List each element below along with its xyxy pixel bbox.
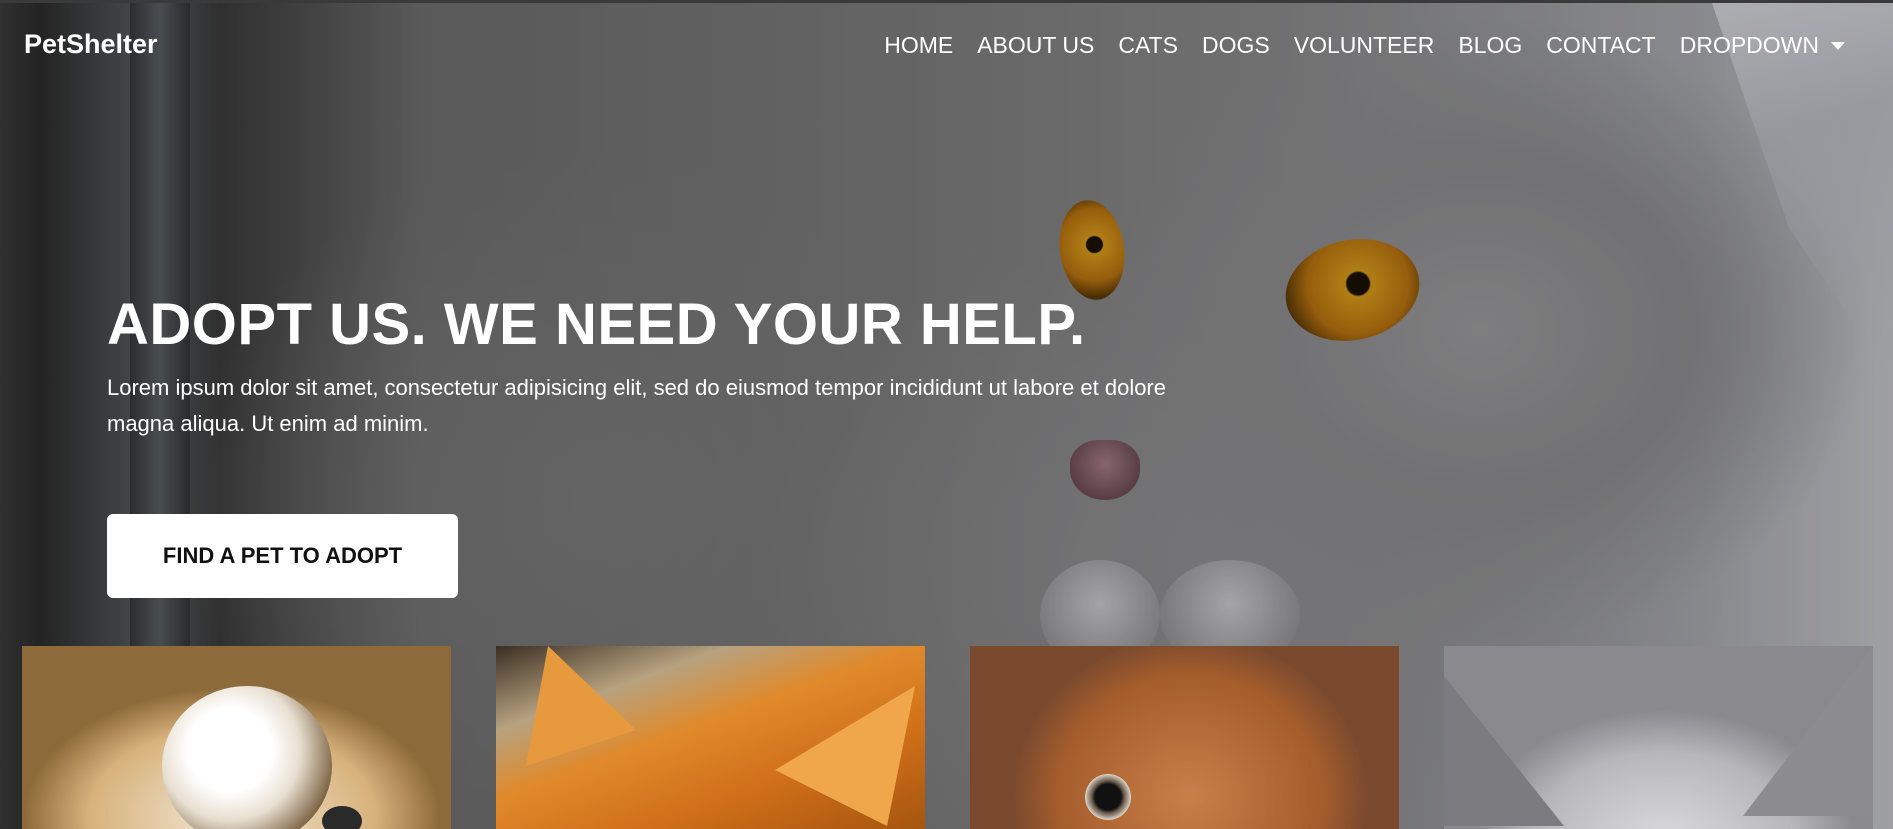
gray-cat-ear-left [1444, 676, 1564, 826]
hero-title: ADOPT US. WE NEED YOUR HELP. [107, 292, 1086, 357]
gray-cat-ear-right [1743, 646, 1873, 816]
nav-dropdown-label: DROPDOWN [1679, 32, 1819, 58]
nav-menu: HOME ABOUT US CATS DOGS VOLUNTEER BLOG C… [872, 32, 1857, 59]
nav-item-volunteer[interactable]: VOLUNTEER [1282, 32, 1447, 59]
puppy-face [162, 686, 332, 829]
nav-item-blog[interactable]: BLOG [1446, 32, 1534, 59]
window-top-border [0, 0, 1893, 3]
puppy-eye [322, 806, 362, 829]
nav-item-cats[interactable]: CATS [1106, 32, 1190, 59]
pet-thumbnail-dog[interactable] [970, 646, 1399, 829]
nav-item-about-us[interactable]: ABOUT US [965, 32, 1106, 59]
nav-item-contact[interactable]: CONTACT [1534, 32, 1667, 59]
hero-content: ADOPT US. WE NEED YOUR HELP. Lorem ipsum… [107, 290, 1307, 442]
pet-thumbnail-orange-cat[interactable] [496, 646, 925, 829]
pet-thumbnails [22, 646, 1873, 829]
pet-thumbnail-puppy[interactable] [22, 646, 451, 829]
find-pet-button[interactable]: FIND A PET TO ADOPT [107, 514, 458, 598]
nav-item-dropdown[interactable]: DROPDOWN [1668, 32, 1857, 59]
brand-logo[interactable]: PetShelter [24, 29, 158, 60]
orange-cat-ear-left [526, 646, 636, 766]
orange-cat-ear-right [775, 686, 915, 826]
nav-item-home[interactable]: HOME [872, 32, 965, 59]
caret-down-icon [1831, 41, 1845, 50]
navbar: PetShelter HOME ABOUT US CATS DOGS VOLUN… [0, 0, 1893, 92]
pet-thumbnail-gray-cat[interactable] [1444, 646, 1873, 829]
nav-item-dogs[interactable]: DOGS [1190, 32, 1282, 59]
hero-description: Lorem ipsum dolor sit amet, consectetur … [107, 375, 1166, 436]
dog-eye [1085, 774, 1131, 820]
